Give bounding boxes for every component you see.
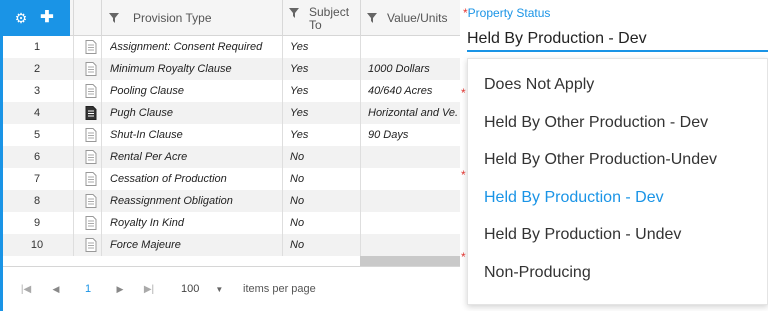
dropdown-option[interactable]: Held By Other Production-Undev xyxy=(484,150,717,170)
subject-to-cell: Yes xyxy=(290,129,309,141)
provision-type-cell: Pooling Clause xyxy=(110,85,184,97)
row-number: 3 xyxy=(33,85,41,97)
value-units-cell: Horizontal and Ve... xyxy=(368,107,458,119)
table-row[interactable]: 1 Assignment: Consent Required Yes xyxy=(3,36,460,58)
column-header-subject-to[interactable]: Subject To xyxy=(289,0,357,36)
dropdown-option[interactable]: Held By Production - Dev xyxy=(484,188,664,208)
filter-icon[interactable] xyxy=(367,13,377,23)
last-page-icon[interactable]: ▶| xyxy=(141,281,157,297)
document-icon[interactable] xyxy=(73,80,109,102)
document-icon[interactable] xyxy=(73,102,109,124)
page-size-value: 100 xyxy=(181,283,200,295)
value-units-cell: 90 Days xyxy=(368,129,409,141)
provision-type-cell: Rental Per Acre xyxy=(110,151,188,163)
table-row[interactable]: 7 Cessation of Production No xyxy=(3,168,460,190)
gear-icon[interactable]: ⚙ xyxy=(14,11,28,25)
value-units-cell xyxy=(368,212,458,234)
document-icon[interactable] xyxy=(73,168,109,190)
provision-type-cell: Shut-In Clause xyxy=(110,129,183,141)
row-number: 7 xyxy=(33,173,41,185)
subject-to-cell: No xyxy=(290,239,305,251)
table-row[interactable]: 3 Pooling Clause Yes 40/640 Acres xyxy=(3,80,460,102)
document-icon[interactable] xyxy=(73,124,109,146)
document-icon[interactable] xyxy=(73,234,109,256)
document-icon[interactable] xyxy=(73,58,109,80)
grid-header: ⚙ ✚ Provision Type Subject To Value/Unit… xyxy=(3,0,460,36)
property-status-input[interactable]: Held By Production - Dev xyxy=(467,26,768,52)
provision-type-cell: Cessation of Production xyxy=(110,173,227,185)
table-row[interactable]: 9 Royalty In Kind No xyxy=(3,212,460,234)
grid-toolbar: ⚙ ✚ xyxy=(3,0,70,36)
table-row[interactable]: 10 Force Majeure No xyxy=(3,234,460,256)
plus-icon[interactable]: ✚ xyxy=(40,10,54,26)
row-number: 6 xyxy=(33,151,41,163)
subject-to-cell: Yes xyxy=(290,85,309,97)
value-units-cell: 40/640 Acres xyxy=(368,85,433,97)
provision-type-cell: Reassignment Obligation xyxy=(110,195,233,207)
value-units-cell xyxy=(368,234,458,256)
row-number: 8 xyxy=(33,195,41,207)
subject-to-cell: Yes xyxy=(290,63,309,75)
required-mark: * xyxy=(461,86,466,100)
value-units-cell xyxy=(368,190,458,212)
items-per-page-label: items per page xyxy=(243,283,316,295)
column-header-provision-type[interactable]: Provision Type xyxy=(109,0,279,36)
horizontal-scrollbar[interactable] xyxy=(360,256,460,266)
dropdown-option[interactable]: Held By Production - Undev xyxy=(484,225,681,245)
filter-icon[interactable] xyxy=(109,13,119,23)
dropdown-option[interactable]: Does Not Apply xyxy=(484,75,594,95)
row-number: 2 xyxy=(33,63,41,75)
row-number: 4 xyxy=(33,107,41,119)
table-row[interactable]: 2 Minimum Royalty Clause Yes 1000 Dollars xyxy=(3,58,460,80)
row-number: 10 xyxy=(30,239,44,251)
value-units-cell xyxy=(368,36,458,58)
row-number: 1 xyxy=(33,41,41,53)
table-row[interactable]: 6 Rental Per Acre No xyxy=(3,146,460,168)
document-icon[interactable] xyxy=(73,36,109,58)
provision-type-cell: Assignment: Consent Required xyxy=(110,41,263,53)
filter-icon[interactable] xyxy=(289,8,299,18)
property-status-value: Held By Production - Dev xyxy=(467,30,647,47)
value-units-cell xyxy=(368,168,458,190)
provision-type-cell: Royalty In Kind xyxy=(110,217,184,229)
page-size-select[interactable]: 100 ▼ xyxy=(181,281,231,297)
next-page-icon[interactable]: ▶ xyxy=(113,281,127,297)
subject-to-cell: No xyxy=(290,217,305,229)
property-status-dropdown: Does Not Apply Held By Other Production -… xyxy=(467,58,768,305)
required-mark: * xyxy=(461,250,466,264)
column-header-value-units[interactable]: Value/Units xyxy=(367,0,460,36)
subject-to-cell: No xyxy=(290,173,305,185)
subject-to-cell: No xyxy=(290,151,305,163)
required-mark: * xyxy=(461,168,466,182)
value-units-cell: 1000 Dollars xyxy=(368,63,430,75)
dropdown-option[interactable]: Non-Producing xyxy=(484,263,591,283)
chevron-down-icon: ▼ xyxy=(215,284,224,294)
subject-to-cell: Yes xyxy=(290,107,309,119)
document-icon[interactable] xyxy=(73,190,109,212)
dropdown-option[interactable]: Held By Other Production - Dev xyxy=(484,113,708,133)
column-label: Subject To xyxy=(309,5,350,32)
provision-type-cell: Pugh Clause xyxy=(110,107,173,119)
value-units-cell xyxy=(368,146,458,168)
pager: |◀ ◀ 1 ▶ ▶| 100 ▼ items per page xyxy=(3,266,460,311)
table-row[interactable]: 8 Reassignment Obligation No xyxy=(3,190,460,212)
provision-type-cell: Minimum Royalty Clause xyxy=(110,63,232,75)
document-icon[interactable] xyxy=(73,212,109,234)
subject-to-cell: Yes xyxy=(290,41,309,53)
column-label: Provision Type xyxy=(133,11,212,25)
prev-page-icon[interactable]: ◀ xyxy=(49,281,63,297)
column-label: Value/Units xyxy=(387,11,448,25)
subject-to-cell: No xyxy=(290,195,305,207)
first-page-icon[interactable]: |◀ xyxy=(19,281,33,297)
table-row[interactable]: 4 Pugh Clause Yes Horizontal and Ve... xyxy=(3,102,460,124)
provision-type-cell: Force Majeure xyxy=(110,239,181,251)
property-status-label: *Property Status xyxy=(463,6,550,20)
property-status-label-text: Property Status xyxy=(467,6,551,20)
current-page[interactable]: 1 xyxy=(81,281,95,297)
provisions-grid: ⚙ ✚ Provision Type Subject To Value/Unit… xyxy=(0,0,460,311)
row-number: 9 xyxy=(33,217,41,229)
document-icon[interactable] xyxy=(73,146,109,168)
row-number: 5 xyxy=(33,129,41,141)
table-row[interactable]: 5 Shut-In Clause Yes 90 Days xyxy=(3,124,460,146)
